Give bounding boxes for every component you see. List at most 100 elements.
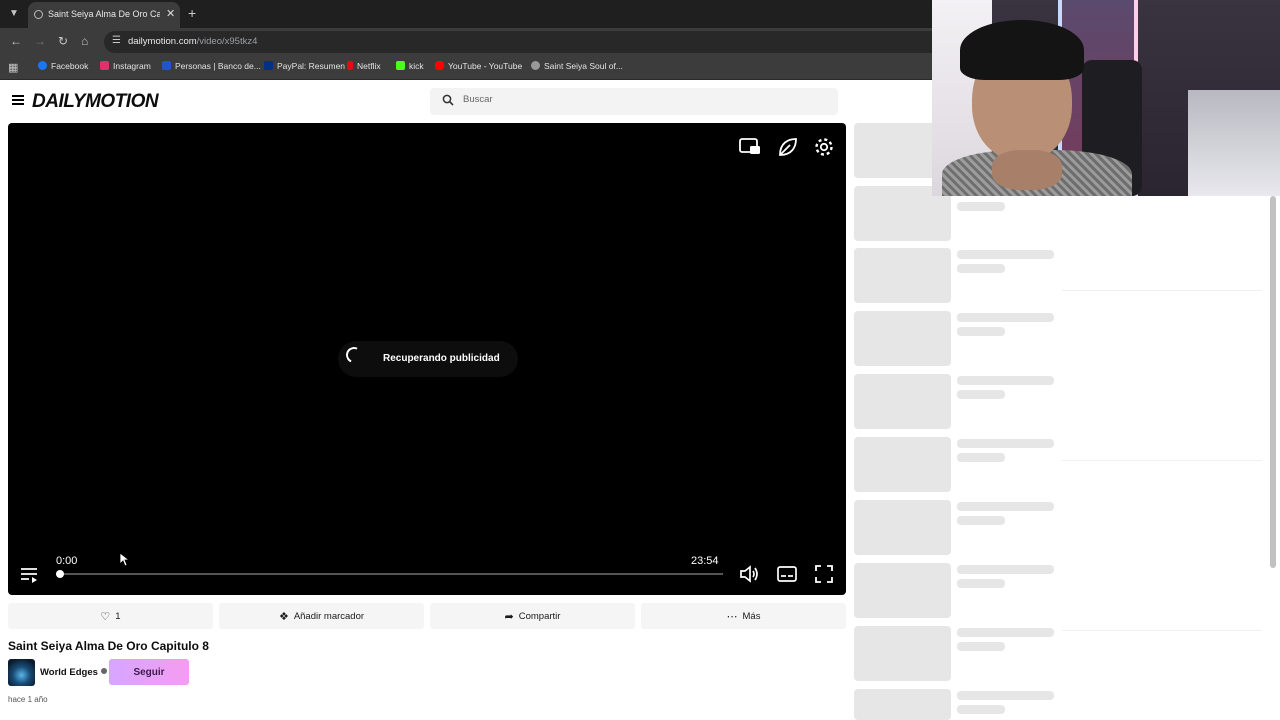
skeleton-line [957,453,1005,462]
like-count: 1 [115,610,121,622]
eco-leaf-icon[interactable] [776,135,800,159]
loading-text: Recuperando publicidad [383,353,500,364]
dailymotion-logo[interactable]: DAILYMOTION [32,91,159,113]
more-button[interactable]: ⋯ Más [641,603,846,629]
bookmark-kick[interactable]: kick [396,61,424,71]
video-player[interactable]: Recuperando publicidad 0:00 23:54 [8,123,846,595]
fullscreen-icon[interactable] [813,563,835,585]
skeleton-line [957,376,1054,385]
loading-spinner-icon [343,344,365,366]
bookmark-label: Añadir marcador [293,610,365,622]
bookmark-youtube[interactable]: YouTube - YouTube [435,61,522,71]
sidebar-divider [1062,460,1262,461]
like-button[interactable]: ♡ 1 [8,603,213,629]
url-text[interactable]: dailymotion.com/video/x95tkz4 [128,36,257,47]
skeleton-thumbnail [854,626,951,681]
sidebar-divider [1062,290,1262,291]
skeleton-line [957,565,1054,574]
verified-icon [100,668,107,674]
volume-icon[interactable] [738,563,760,585]
search-icon [442,94,454,106]
webcam-person-hair [960,20,1084,80]
skeleton-thumbnail [854,437,951,492]
menu-icon[interactable] [12,95,24,105]
apps-grid-icon[interactable]: ▦ [8,61,18,74]
skeleton-line [957,691,1054,700]
reload-icon[interactable]: ↻ [58,34,68,48]
bookmark-icon: ❖ [278,610,289,623]
skeleton-line [957,264,1005,273]
skeleton-line [957,390,1005,399]
bookmark-button[interactable]: ❖ Añadir marcador [219,603,424,629]
duration: 23:54 [691,555,719,567]
dailymotion-icon [531,61,540,70]
new-tab-icon[interactable]: + [188,5,196,21]
ad-loading-indicator: Recuperando publicidad [338,341,518,377]
skeleton-line [957,202,1005,211]
paypal-icon [264,61,273,70]
back-icon[interactable]: ← [10,34,22,48]
kick-icon [396,61,405,70]
current-time: 0:00 [56,555,78,567]
browser-tab[interactable]: Saint Seiya Alma De Oro Capitulo 8 - vid… [28,2,180,28]
skeleton-thumbnail [854,248,951,303]
netflix-icon [347,61,353,70]
facebook-icon [38,61,47,70]
picture-in-picture-icon[interactable] [738,135,762,159]
skeleton-line [957,327,1005,336]
search-bar[interactable] [430,88,838,115]
heart-icon: ♡ [100,610,111,623]
posted-date: hace 1 año [8,695,48,704]
follow-button[interactable]: Seguir [109,659,189,685]
bookmark-instagram[interactable]: Instagram [100,61,151,71]
channel-name[interactable]: World Edges [40,667,107,678]
home-icon[interactable]: ⌂ [81,34,88,48]
forward-icon[interactable]: → [34,34,46,48]
playlist-icon[interactable] [18,563,40,585]
skeleton-line [957,628,1054,637]
skeleton-thumbnail [854,500,951,555]
search-input[interactable] [463,94,813,105]
skeleton-line [957,642,1005,651]
skeleton-line [957,250,1054,259]
more-dots-icon: ⋯ [726,610,738,623]
channel-avatar[interactable] [8,659,35,686]
skeleton-thumbnail [854,374,951,429]
bookmark-saint-seiya[interactable]: Saint Seiya Soul of... [531,61,623,71]
share-label: Compartir [518,610,561,622]
video-title: Saint Seiya Alma De Oro Capitulo 8 [8,639,209,653]
more-label: Más [742,610,761,622]
subtitles-icon[interactable] [776,563,798,585]
sidebar-divider [1062,630,1262,631]
youtube-icon [435,61,444,70]
skeleton-line [957,313,1054,322]
bookmark-paypal[interactable]: PayPal: Resumen [264,61,345,71]
skeleton-line [957,502,1054,511]
skeleton-line [957,516,1005,525]
mouse-cursor-icon [120,553,130,567]
progress-thumb[interactable] [56,570,64,578]
tab-title: Saint Seiya Alma De Oro Capitulo 8 - vid… [48,9,160,19]
tab-search-chevron-icon[interactable]: ▼ [6,6,22,22]
site-info-icon[interactable]: ☰ [112,35,121,46]
webcam-shelf [1188,90,1280,196]
tab-close-icon[interactable]: ✕ [166,7,175,20]
tab-favicon-icon [34,10,43,19]
skeleton-thumbnail [854,311,951,366]
skeleton-thumbnail [854,563,951,618]
skeleton-thumbnail [854,689,951,720]
bookmark-facebook[interactable]: Facebook [38,61,88,71]
skeleton-line [957,439,1054,448]
share-icon: ➦ [504,610,514,623]
settings-gear-icon[interactable] [812,135,836,159]
share-button[interactable]: ➦ Compartir [430,603,635,629]
bank-icon [162,61,171,70]
instagram-icon [100,61,109,70]
bookmark-personas[interactable]: Personas | Banco de... [162,61,261,71]
page-scrollbar[interactable] [1270,196,1276,568]
progress-bar[interactable] [56,570,723,578]
webcam-person-hand [992,150,1062,190]
skeleton-line [957,579,1005,588]
webcam-overlay [932,0,1280,196]
bookmark-netflix[interactable]: Netflix [347,61,381,71]
